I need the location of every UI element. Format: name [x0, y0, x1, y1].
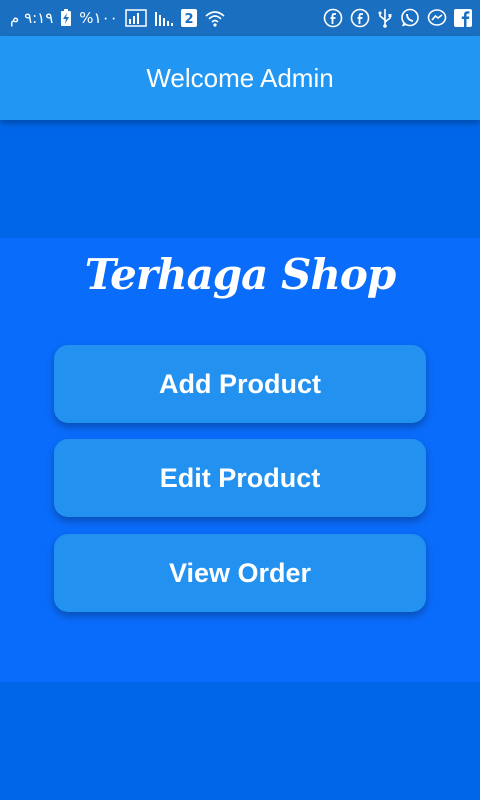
sim-icon: 2	[180, 9, 197, 27]
edit-product-button[interactable]: Edit Product	[54, 439, 426, 517]
status-battery: %١٠٠	[79, 9, 118, 27]
status-bar-right	[323, 8, 472, 28]
view-order-button[interactable]: View Order	[54, 534, 426, 612]
facebook-icon	[350, 8, 370, 28]
usb-icon	[377, 8, 393, 28]
wifi-icon	[204, 9, 226, 27]
shop-title: Terhaga Shop	[84, 250, 397, 299]
charging-icon	[60, 9, 72, 27]
whatsapp-icon	[400, 8, 420, 28]
status-bar: ٩:١٩ م %١٠٠ 2	[0, 0, 480, 36]
signal-icon	[154, 9, 174, 27]
facebook-icon	[323, 8, 343, 28]
app-bar: Welcome Admin	[0, 36, 480, 120]
signal-icon	[124, 9, 147, 27]
sim-label: 2	[184, 12, 193, 27]
status-bar-left: ٩:١٩ م %١٠٠ 2	[10, 9, 226, 27]
status-time: ٩:١٩ م	[10, 9, 54, 27]
page-title: Welcome Admin	[146, 62, 334, 93]
add-product-button[interactable]: Add Product	[54, 345, 426, 423]
facebook-square-icon	[454, 9, 472, 27]
messenger-icon	[427, 8, 447, 28]
